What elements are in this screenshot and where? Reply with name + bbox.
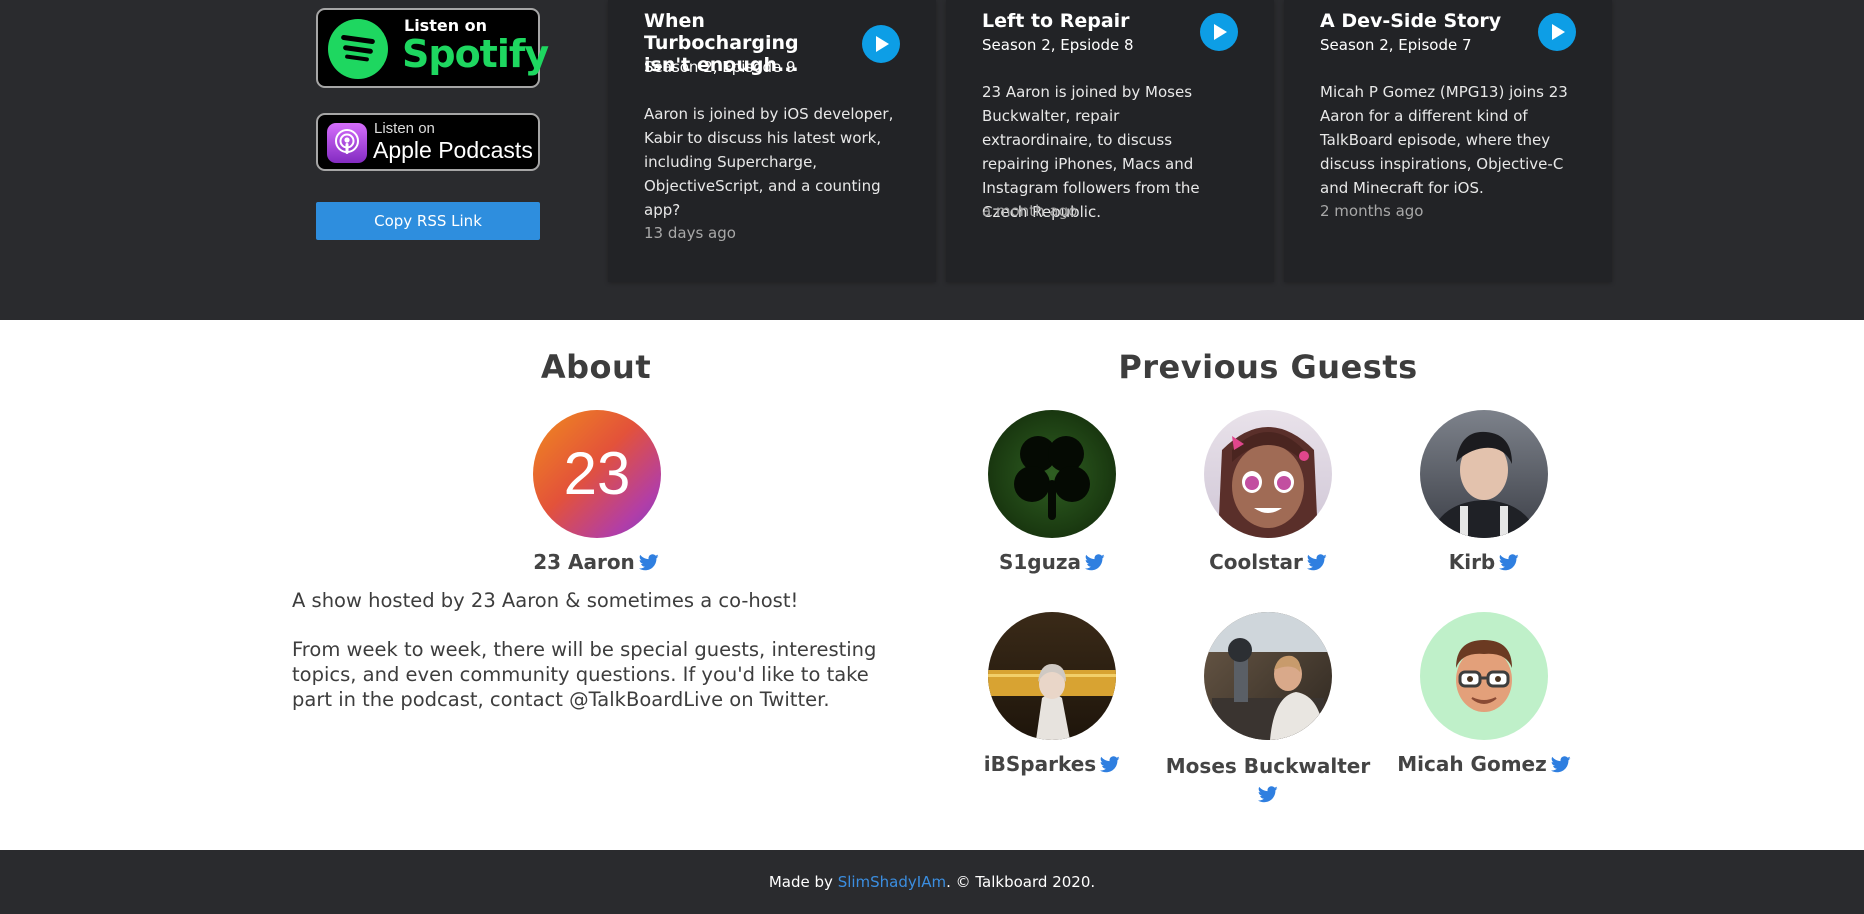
guest-name-line: iBSparkes	[952, 752, 1152, 776]
episode-description: Aaron is joined by iOS developer, Kabir …	[644, 105, 894, 219]
episode-title: A Dev-Side Story	[1320, 10, 1502, 32]
twitter-icon[interactable]	[1499, 554, 1519, 571]
play-icon	[1214, 24, 1227, 40]
episode-age: 13 days ago	[644, 224, 736, 242]
guest-avatar	[1420, 612, 1548, 740]
footer-copyright: . © Talkboard 2020.	[946, 873, 1096, 891]
footer-prefix: Made by	[768, 873, 838, 891]
guest-name-line: S1guza	[952, 550, 1152, 574]
podcasts-icon	[327, 123, 367, 163]
about-paragraph: From week to week, there will be special…	[292, 638, 877, 711]
episode-season: Season 2, Epsiode 8	[982, 36, 1134, 54]
about-paragraph: A show hosted by 23 Aaron & sometimes a …	[292, 589, 799, 612]
author-link[interactable]: SlimShadyIAm	[838, 873, 946, 891]
copy-rss-button[interactable]: Copy RSS Link	[316, 202, 540, 240]
spotify-icon	[328, 19, 388, 79]
spotify-badge[interactable]: Listen on Spotify	[316, 8, 549, 88]
guest-name-line: Coolstar	[1168, 550, 1368, 574]
guest-name: iBSparkes	[983, 752, 1097, 776]
twitter-icon[interactable]	[1085, 554, 1105, 571]
twitter-icon[interactable]	[1306, 554, 1327, 571]
twitter-icon[interactable]	[1100, 756, 1120, 773]
episode-age: 2 months ago	[1320, 202, 1424, 220]
about-heading: About	[540, 348, 652, 386]
apple-badge-caption: Listen on	[374, 120, 435, 137]
guest-avatar	[1204, 410, 1332, 538]
guest-avatar	[1204, 612, 1332, 740]
episode-card: Left to Repair Season 2, Epsiode 8 23 Aa…	[946, 0, 1274, 282]
guest-name-line: Micah Gomez	[1384, 752, 1584, 776]
episode-card: A Dev-Side Story Season 2, Episode 7 Mic…	[1284, 0, 1612, 282]
apple-badge-label: Apple Podcasts	[373, 137, 533, 163]
episode-description: Micah P Gomez (MPG13) joins 23 Aaron for…	[1320, 83, 1568, 197]
host-name: 23 Aaron	[533, 550, 635, 574]
play-button[interactable]	[862, 25, 900, 63]
episode-season: Season 2, Episode 9	[644, 58, 796, 76]
guest-name: S1guza	[998, 550, 1081, 574]
spotify-badge-label: Spotify	[402, 32, 549, 76]
apple-podcasts-badge[interactable]: Listen on Apple Podcasts	[316, 113, 540, 171]
episode-age: a month ago	[982, 202, 1078, 220]
host-avatar: 23	[533, 410, 661, 538]
guests-heading: Previous Guests	[1118, 348, 1418, 386]
episode-title: Left to Repair	[982, 10, 1130, 32]
guest-name-line: Kirb	[1384, 550, 1584, 574]
guest-name: Coolstar	[1209, 550, 1303, 574]
episode-card: When Turbocharging isn't enough... Seaso…	[608, 0, 936, 282]
play-button[interactable]	[1538, 13, 1576, 51]
guest-avatar	[988, 612, 1116, 740]
guest-avatar	[1420, 410, 1548, 538]
host-name-line: 23 Aaron	[446, 550, 746, 574]
twitter-icon[interactable]	[1258, 786, 1278, 803]
footer: Made by SlimShadyIAm. © Talkboard 2020.	[0, 850, 1864, 914]
guest-name: Moses Buckwalter	[1165, 754, 1371, 778]
twitter-icon[interactable]	[1550, 756, 1571, 773]
guest-name: Kirb	[1448, 550, 1496, 574]
guest-name: Micah Gomez	[1397, 752, 1547, 776]
play-button[interactable]	[1200, 13, 1238, 51]
episode-season: Season 2, Episode 7	[1320, 36, 1472, 54]
guest-avatar	[988, 410, 1116, 538]
play-icon	[1552, 24, 1565, 40]
twitter-icon[interactable]	[638, 554, 659, 571]
play-icon	[876, 36, 889, 52]
guest-name-line: Moses Buckwalter	[1158, 752, 1378, 808]
